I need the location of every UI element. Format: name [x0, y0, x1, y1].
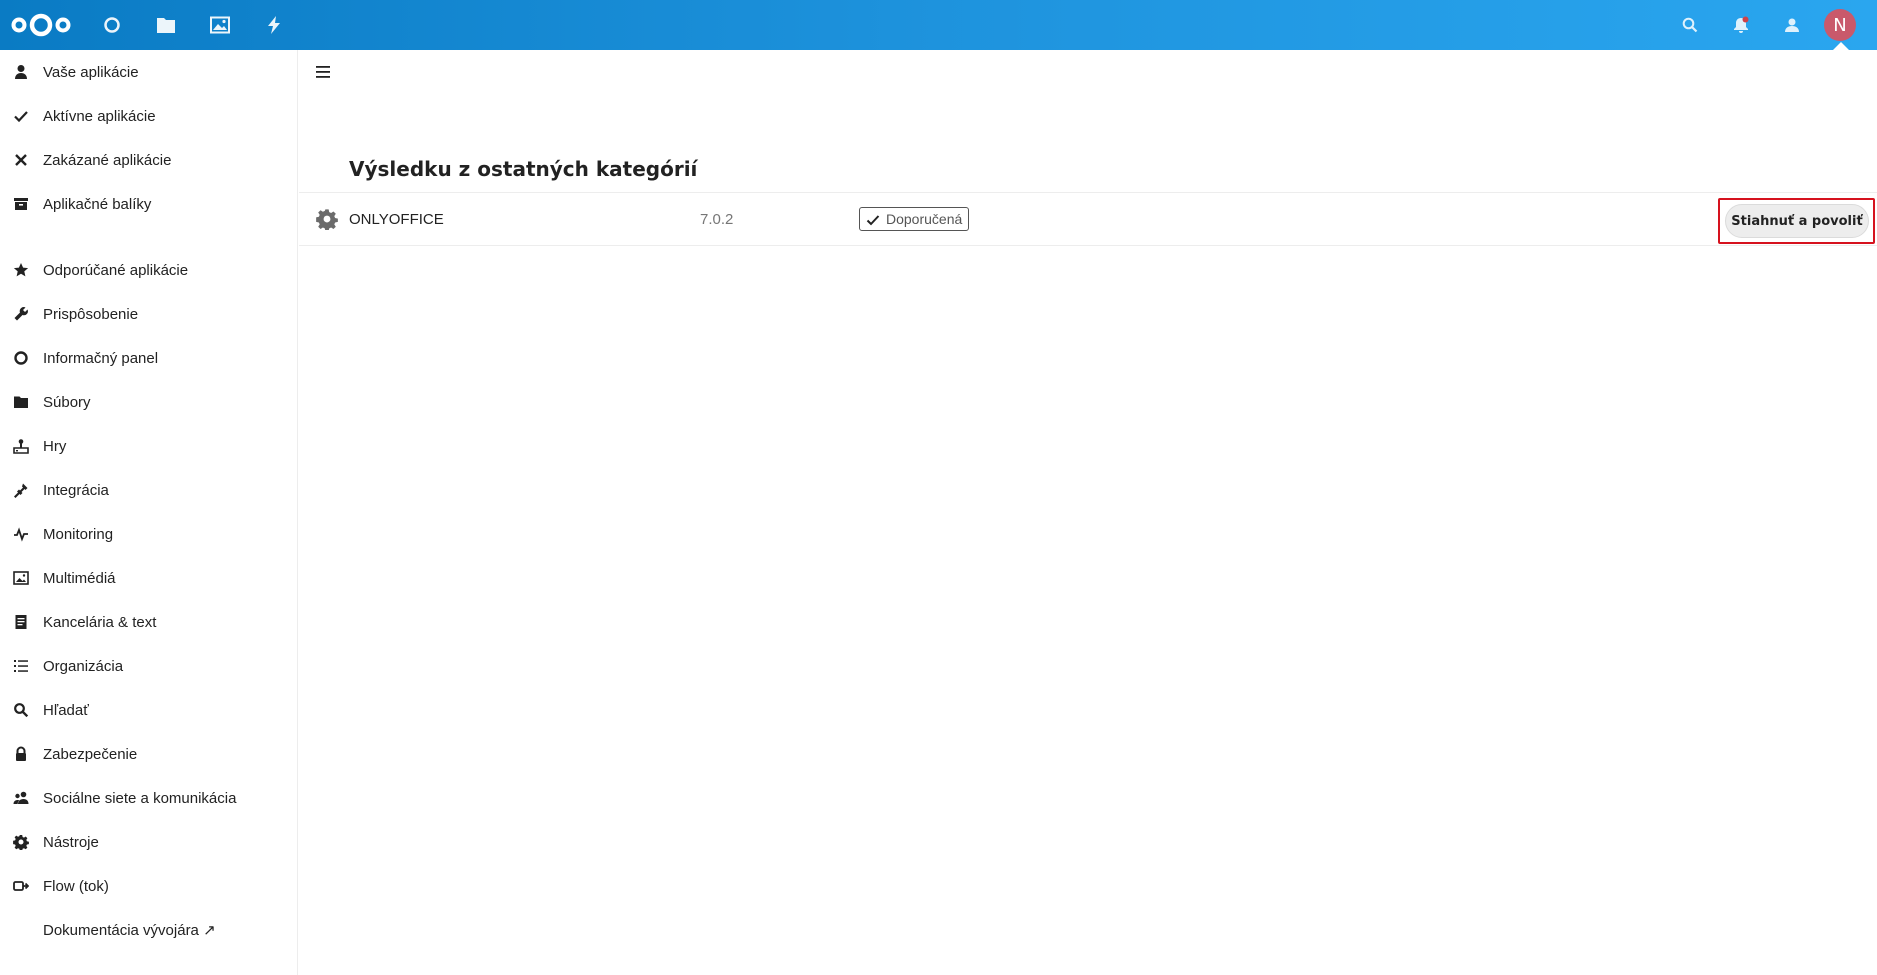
sidebar-item-developer-docs[interactable]: Dokumentácia vývojára ↗	[0, 908, 298, 952]
sidebar-item-featured[interactable]: Odporúčané aplikácie	[0, 248, 298, 292]
close-icon	[12, 151, 30, 169]
sidebar-item-label: Odporúčané aplikácie	[43, 261, 189, 279]
sidebar-item-dashboard[interactable]: Informačný panel	[0, 336, 298, 380]
search-icon	[12, 701, 30, 719]
sidebar-item-label: Zakázané aplikácie	[43, 151, 172, 169]
sidebar-item-label: Prispôsobenie	[43, 305, 139, 323]
app-name[interactable]: ONLYOFFICE	[349, 211, 444, 228]
files-app-icon[interactable]	[153, 12, 179, 38]
sidebar-item-label: Súbory	[43, 393, 91, 411]
sidebar-item-label: Aplikačné balíky	[43, 195, 152, 213]
sidebar-item-label: Sociálne siete a komunikácia	[43, 789, 237, 807]
sidebar-item-label: Hry	[43, 437, 67, 455]
notifications-icon[interactable]	[1728, 12, 1754, 38]
sidebar-item-flow[interactable]: Flow (tok)	[0, 864, 298, 908]
sidebar-item-disabled-apps[interactable]: Zakázané aplikácie	[0, 138, 298, 182]
document-icon	[12, 613, 30, 631]
flow-icon	[12, 877, 30, 895]
sidebar-item-label: Zabezpečenie	[43, 745, 138, 763]
sidebar-item-label: Flow (tok)	[43, 877, 109, 895]
sidebar-item-label: Vaše aplikácie	[43, 63, 139, 81]
contacts-icon[interactable]	[1779, 12, 1805, 38]
checkmark-icon	[12, 107, 30, 125]
section-title: Výsledku z ostatných kategórií	[349, 157, 698, 181]
circle-icon	[12, 349, 30, 367]
top-header: N	[0, 0, 1877, 50]
sidebar-item-label: Informačný panel	[43, 349, 159, 367]
folder-icon	[12, 393, 30, 411]
gear-icon	[316, 208, 338, 232]
sidebar-item-search[interactable]: Hľadať	[0, 688, 298, 732]
sidebar-item-label: Monitoring	[43, 525, 114, 543]
dashboard-app-icon[interactable]	[99, 12, 125, 38]
star-icon	[12, 261, 30, 279]
people-icon	[12, 789, 30, 807]
sidebar-item-label: Nástroje	[43, 833, 99, 851]
list-icon	[12, 657, 30, 675]
search-icon[interactable]	[1677, 12, 1703, 38]
app-categories-sidebar: Vaše aplikácie Aktívne aplikácie Zakázan…	[0, 50, 298, 975]
sidebar-item-label: Kancelária & text	[43, 613, 157, 631]
sidebar-item-tools[interactable]: Nástroje	[0, 820, 298, 864]
menu-toggle-icon[interactable]	[311, 60, 335, 84]
recommended-badge: Doporučená	[859, 207, 970, 231]
gear-icon	[12, 833, 30, 851]
plug-icon	[12, 481, 30, 499]
sidebar-item-your-apps[interactable]: Vaše aplikácie	[0, 50, 298, 94]
image-icon	[12, 569, 30, 587]
download-and-enable-button[interactable]: Stiahnuť a povoliť	[1725, 204, 1869, 238]
main-content: Výsledku z ostatných kategórií ONLYOFFIC…	[299, 50, 1877, 975]
sidebar-item-integration[interactable]: Integrácia	[0, 468, 298, 512]
sidebar-item-security[interactable]: Zabezpečenie	[0, 732, 298, 776]
sidebar-item-monitoring[interactable]: Monitoring	[0, 512, 298, 556]
sidebar-item-label: Multimédiá	[43, 569, 116, 587]
photos-app-icon[interactable]	[207, 12, 233, 38]
sidebar-item-label: Aktívne aplikácie	[43, 107, 156, 125]
wrench-icon	[12, 305, 30, 323]
sidebar-item-label: Integrácia	[43, 481, 109, 499]
sidebar-item-games[interactable]: Hry	[0, 424, 298, 468]
sidebar-item-label: Organizácia	[43, 657, 124, 675]
badge-label: Doporučená	[886, 211, 963, 227]
sidebar-item-multimedia[interactable]: Multimédiá	[0, 556, 298, 600]
sidebar-item-label: Dokumentácia vývojára ↗	[43, 922, 216, 939]
sidebar-item-app-bundles[interactable]: Aplikačné balíky	[0, 182, 298, 226]
checkmark-icon	[866, 215, 880, 226]
nextcloud-logo-icon[interactable]	[10, 10, 72, 40]
sidebar-item-label: Hľadať	[43, 701, 89, 719]
activity-app-icon[interactable]	[261, 12, 287, 38]
sidebar-item-active-apps[interactable]: Aktívne aplikácie	[0, 94, 298, 138]
joystick-icon	[12, 437, 30, 455]
menu-caret	[1833, 42, 1849, 50]
app-version: 7.0.2	[700, 211, 734, 228]
sidebar-item-office[interactable]: Kancelária & text	[0, 600, 298, 644]
user-avatar[interactable]: N	[1824, 9, 1856, 41]
sidebar-item-social[interactable]: Sociálne siete a komunikácia	[0, 776, 298, 820]
sidebar-item-customization[interactable]: Prispôsobenie	[0, 292, 298, 336]
user-icon	[12, 63, 30, 81]
app-list-row[interactable]: ONLYOFFICE 7.0.2 Doporučená Stiahnuť a p…	[299, 192, 1877, 246]
sidebar-item-organization[interactable]: Organizácia	[0, 644, 298, 688]
lock-icon	[12, 745, 30, 763]
archive-icon	[12, 195, 30, 213]
pulse-icon	[12, 525, 30, 543]
sidebar-item-files[interactable]: Súbory	[0, 380, 298, 424]
